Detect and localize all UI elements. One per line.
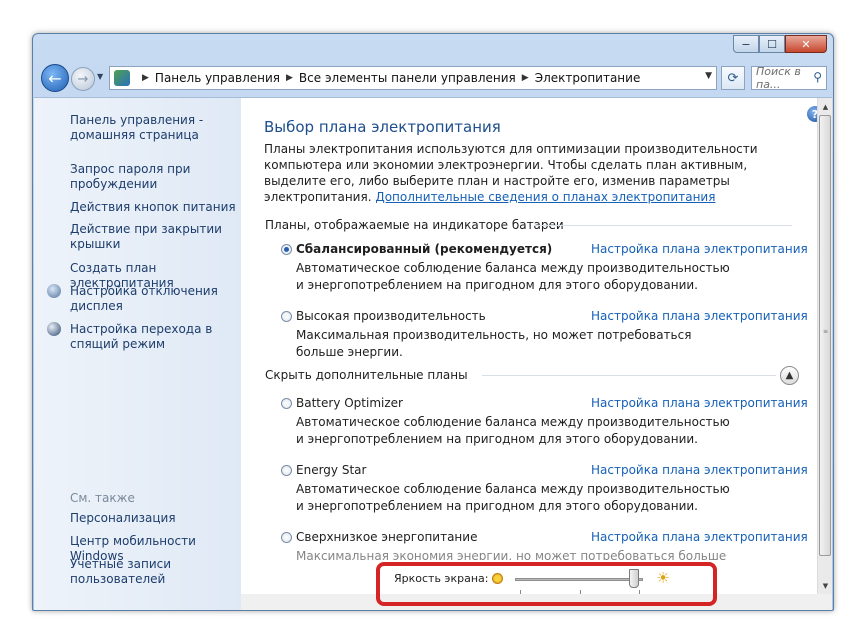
plan-name-energy-star[interactable]: Energy Star (296, 463, 366, 477)
sidebar-link-lid-close[interactable]: Действие при закрытии крышки (70, 222, 230, 252)
scroll-up-arrow-icon[interactable]: ▲ (818, 99, 833, 114)
sidebar-link-password-on-wake[interactable]: Запрос пароля при пробуждении (70, 162, 230, 192)
plan-name-ultra-low[interactable]: Сверхнизкое энергопитание (296, 530, 477, 544)
vertical-scrollbar[interactable]: ▲ ≡ ▼ (817, 98, 832, 594)
see-also-user-accounts[interactable]: Учетные записи пользователей (70, 557, 200, 587)
back-button[interactable]: ← (41, 64, 69, 92)
page-description: Планы электропитания используются для оп… (264, 141, 804, 205)
scrollbar-thumb[interactable]: ≡ (819, 115, 831, 556)
see-also-heading: См. также (70, 491, 135, 505)
close-button[interactable]: ✕ (785, 35, 827, 53)
breadcrumb-control-panel[interactable]: Панель управления (155, 71, 280, 85)
arrow-right-icon: → (77, 71, 89, 87)
sidebar: Панель управления - домашняя страница За… (34, 98, 241, 610)
sidebar-link-power-buttons[interactable]: Действия кнопок питания (70, 200, 240, 215)
collapse-plans-button[interactable]: ▲ (780, 366, 799, 385)
see-also-personalization[interactable]: Персонализация (70, 511, 240, 526)
section-hidden-plans: Скрыть дополнительные планы (265, 368, 468, 382)
address-dropdown-icon[interactable]: ▼ (705, 71, 712, 81)
section-divider (482, 375, 776, 376)
more-info-link[interactable]: Дополнительные сведения о планах электро… (375, 190, 715, 204)
content-area: Панель управления - домашняя страница За… (34, 97, 832, 610)
title-bar: − ☐ ✕ (33, 34, 833, 60)
plan-desc-high-performance: Максимальная производительность, но може… (296, 328, 692, 359)
breadcrumb-power-options[interactable]: Электропитание (535, 71, 641, 85)
plan-radio-ultra-low[interactable] (281, 532, 292, 543)
plan-desc-energy-star: Автоматическое соблюдение баланса между … (296, 482, 730, 513)
configure-plan-link[interactable]: Настройка плана электропитания (591, 242, 808, 256)
plan-name-balanced[interactable]: Сбалансированный (рекомендуется) (296, 242, 552, 256)
clock-monitor-icon (47, 284, 61, 298)
chevron-up-icon: ▲ (785, 370, 794, 381)
section-divider (534, 225, 792, 226)
highlight-annotation (376, 562, 717, 606)
plan-name-high-performance[interactable]: Высокая производительность (296, 309, 486, 323)
plan-desc-balanced: Автоматическое соблюдение баланса между … (296, 261, 730, 292)
page-title: Выбор плана электропитания (264, 118, 501, 136)
configure-plan-link[interactable]: Настройка плана электропитания (591, 309, 808, 323)
breadcrumb-separator-icon: ▶ (142, 73, 149, 83)
plan-radio-energy-star[interactable] (281, 465, 292, 476)
moon-icon (47, 322, 61, 336)
plan-desc-battery-optimizer: Автоматическое соблюдение баланса между … (296, 415, 730, 446)
sidebar-link-home[interactable]: Панель управления - домашняя страница (70, 113, 230, 143)
navigation-bar: ← → ▼ ▶ Панель управления ▶ Все элементы… (33, 60, 833, 96)
sidebar-link-display-off[interactable]: Настройка отключения дисплея (70, 284, 230, 314)
breadcrumb-separator-icon: ▶ (286, 73, 293, 83)
section-battery-plans: Планы, отображаемые на индикаторе батаре… (265, 218, 564, 232)
history-dropdown-icon[interactable]: ▼ (97, 72, 103, 81)
breadcrumb-separator-icon: ▶ (521, 73, 529, 83)
plan-radio-balanced[interactable] (281, 244, 292, 255)
address-bar[interactable]: ▶ Панель управления ▶ Все элементы панел… (109, 66, 717, 90)
plan-radio-battery-optimizer[interactable] (281, 398, 292, 409)
control-panel-window: − ☐ ✕ ← → ▼ ▶ Панель управления ▶ Все эл… (32, 33, 834, 611)
forward-button[interactable]: → (71, 67, 95, 91)
search-input[interactable]: Поиск в па... ⚲ (751, 65, 827, 91)
search-icon[interactable]: ⚲ (813, 70, 822, 84)
minimize-button[interactable]: − (733, 35, 759, 53)
plan-name-battery-optimizer[interactable]: Battery Optimizer (296, 396, 403, 410)
main-panel: ? Выбор плана электропитания Планы элект… (241, 98, 823, 610)
plan-desc-ultra-low: Максимальная экономия энергии, но может … (296, 549, 727, 560)
caption-buttons: − ☐ ✕ (733, 35, 827, 53)
configure-plan-link[interactable]: Настройка плана электропитания (591, 530, 808, 544)
arrow-left-icon: ← (48, 68, 62, 88)
grip-icon: ≡ (823, 328, 829, 335)
breadcrumb: ▶ Панель управления ▶ Все элементы панел… (136, 71, 640, 85)
refresh-button[interactable]: ⟳ (721, 66, 745, 90)
configure-plan-link[interactable]: Настройка плана электропитания (591, 396, 808, 410)
plan-radio-high-performance[interactable] (281, 311, 292, 322)
sidebar-link-sleep[interactable]: Настройка перехода в спящий режим (70, 322, 230, 352)
breadcrumb-all-items[interactable]: Все элементы панели управления (299, 71, 516, 85)
maximize-button[interactable]: ☐ (759, 35, 785, 53)
control-panel-icon (114, 70, 130, 86)
scroll-down-arrow-icon[interactable]: ▼ (818, 578, 833, 593)
configure-plan-link[interactable]: Настройка плана электропитания (591, 463, 808, 477)
refresh-icon: ⟳ (727, 70, 739, 86)
